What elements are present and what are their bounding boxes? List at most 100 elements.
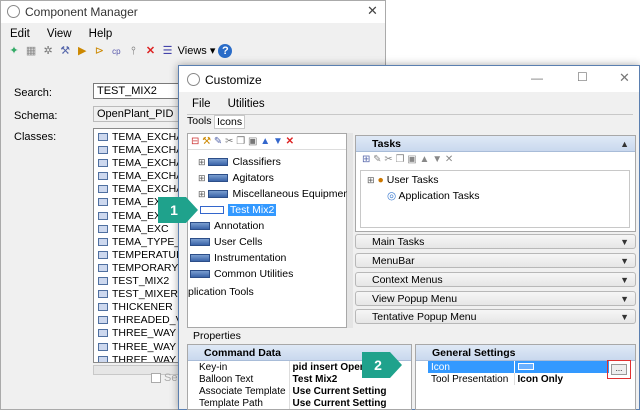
class-item[interactable]: TEMPORARY_ <box>94 262 182 275</box>
class-item[interactable]: THREE_WAY <box>94 354 182 362</box>
tree-item-classifiers[interactable]: ⊞ Classifiers <box>188 154 346 170</box>
prop-presentation-value[interactable]: Icon Only <box>513 373 609 385</box>
toolbox-icon <box>208 158 229 167</box>
prop-path-label: Template Path <box>199 397 263 409</box>
tree-item-test-mix2[interactable]: Test Mix2 <box>188 202 346 218</box>
tree-item-annotation[interactable]: Annotation <box>188 218 346 234</box>
move-up-icon[interactable]: ▲ <box>260 136 270 147</box>
delete-icon[interactable]: ✕ <box>286 136 294 147</box>
task-user-tasks[interactable]: ⊞ ● User Tasks <box>361 172 629 188</box>
tree-item-misc-equipment[interactable]: ⊞ Miscellaneous Equipment <box>188 186 352 202</box>
cz-title: Customize <box>205 73 262 87</box>
tree-item-common-utilities[interactable]: Common Utilities <box>188 266 346 282</box>
close-icon[interactable]: ✕ <box>619 70 630 86</box>
class-item[interactable]: TEMA_EXCHA <box>94 144 182 157</box>
class-item[interactable]: THREADED_V <box>94 314 182 327</box>
tree-item-agitators[interactable]: ⊞ Agitators <box>188 170 346 186</box>
class-icon <box>98 198 108 207</box>
tasks-toolbar: ⊞ ✎ ✂ ❐ ▣ ▲ ▼ ✕ <box>356 152 635 168</box>
cut-icon[interactable]: ✂ <box>384 154 392 165</box>
list-icon[interactable]: ☰ <box>161 44 175 58</box>
search-label: Search: <box>14 87 52 99</box>
prop-template-label: Associate Template <box>199 385 286 397</box>
cp-icon[interactable]: cp <box>109 45 123 59</box>
class-item[interactable]: TEMA_EXCHA <box>94 170 182 183</box>
move-up-icon[interactable]: ▲ <box>420 154 430 165</box>
class-item[interactable]: THREE_WAY <box>94 327 182 340</box>
move-down-icon[interactable]: ▼ <box>432 154 442 165</box>
folder-icon[interactable]: ▶ <box>75 44 89 58</box>
paste-icon[interactable]: ▣ <box>248 136 257 147</box>
wand-icon[interactable]: ⚒ <box>58 44 72 58</box>
class-item[interactable]: TEMA_EXCHA <box>94 131 182 144</box>
class-item[interactable]: TEST_MIX2 <box>94 275 182 288</box>
views-button[interactable]: Views ▾ <box>178 45 216 57</box>
edit-icon[interactable]: ✎ <box>373 154 381 165</box>
expand-icon: ▼ <box>620 312 629 322</box>
gear-icon[interactable]: ✲ <box>41 44 55 58</box>
app-icon <box>7 5 20 18</box>
search-input[interactable]: TEST_MIX2 <box>93 83 185 99</box>
class-item[interactable]: TEMA_EXCHA <box>94 157 182 170</box>
pin-icon[interactable]: ⫯ <box>126 44 140 58</box>
prop-path-value[interactable]: Use Current Setting <box>288 397 390 409</box>
new-class-icon[interactable]: ✦ <box>7 44 21 58</box>
toolbox-icon <box>208 190 229 199</box>
general-settings-header[interactable]: General Settings <box>416 345 635 361</box>
class-item[interactable]: THICKENER <box>94 301 182 314</box>
prop-template-value[interactable]: Use Current Setting <box>288 385 390 397</box>
class-item[interactable]: TEMA_TYPE_ <box>94 236 182 249</box>
new-tool-icon[interactable]: ⚒ <box>202 136 211 147</box>
copy-icon[interactable]: ❐ <box>396 154 405 165</box>
bar-menubar[interactable]: MenuBar ▼ <box>355 253 636 268</box>
bar-context-menus[interactable]: Context Menus ▼ <box>355 272 636 287</box>
bar-tentative-popup-menu[interactable]: Tentative Popup Menu ▼ <box>355 309 636 324</box>
se-checkbox[interactable] <box>151 373 161 383</box>
minimize-icon[interactable]: — <box>531 71 543 85</box>
tasks-header[interactable]: Tasks ▲ <box>356 136 635 152</box>
prop-icon-value[interactable] <box>513 361 609 373</box>
browse-button[interactable]: ... <box>611 364 627 375</box>
bar-main-tasks[interactable]: Main Tasks ▼ <box>355 234 636 249</box>
task-application-tasks[interactable]: ◎ Application Tasks <box>361 188 629 204</box>
tree-item-user-cells[interactable]: User Cells <box>188 234 346 250</box>
class-item[interactable]: TEMA_EXCHA <box>94 183 182 196</box>
tree-item-instrumentation[interactable]: Instrumentation <box>188 250 346 266</box>
class-icon <box>98 211 108 220</box>
paste-icon[interactable]: ▣ <box>407 154 416 165</box>
class-item[interactable]: THREE_WAY <box>94 341 182 354</box>
schema-field[interactable]: OpenPlant_PID <box>93 106 185 122</box>
menu-utilities[interactable]: Utilities <box>228 98 265 110</box>
maximize-icon[interactable]: ☐ <box>577 70 588 84</box>
tab-icons[interactable]: Icons <box>214 115 246 129</box>
new-toolbox-icon[interactable]: ⊟ <box>191 136 199 147</box>
close-icon[interactable]: ✕ <box>367 3 378 19</box>
menu-file[interactable]: File <box>192 98 211 110</box>
tools-tree-panel: ⊟ ⚒ ✎ ✂ ❐ ▣ ▲ ▼ ✕ ⊞ Classifiers ⊞ Agitat… <box>187 133 352 328</box>
splitter[interactable] <box>347 133 353 328</box>
edit-icon[interactable]: ✎ <box>214 136 222 147</box>
collapse-icon[interactable]: ▲ <box>620 136 629 152</box>
move-down-icon[interactable]: ▼ <box>273 136 283 147</box>
tasks-list: ⊞ ● User Tasks ◎ Application Tasks <box>360 170 630 228</box>
open-icon[interactable]: ⊳ <box>92 44 106 58</box>
tasks-panel: Tasks ▲ ⊞ ✎ ✂ ❐ ▣ ▲ ▼ ✕ ⊞ ● User Tasks ◎ … <box>355 135 636 232</box>
class-icon <box>98 316 108 325</box>
cm-toolbar: ✦ ▦ ✲ ⚒ ▶ ⊳ cp ⫯ ✕ ☰ Views ▾ ? <box>7 44 257 60</box>
menu-help[interactable]: Help <box>89 28 113 40</box>
cut-icon[interactable]: ✂ <box>225 136 233 147</box>
delete-icon[interactable]: ✕ <box>445 154 453 165</box>
class-item[interactable]: TEMPERATUI <box>94 249 182 262</box>
menu-edit[interactable]: Edit <box>10 28 30 40</box>
copy-icon[interactable]: ▦ <box>24 44 38 58</box>
copy-icon[interactable]: ❐ <box>236 136 245 147</box>
menu-view[interactable]: View <box>47 28 72 40</box>
new-task-icon[interactable]: ⊞ <box>362 154 370 165</box>
class-item[interactable]: TEMA_EXC <box>94 223 182 236</box>
bar-view-popup-menu[interactable]: View Popup Menu ▼ <box>355 291 636 306</box>
tab-tools[interactable]: Tools <box>187 115 212 127</box>
help-icon[interactable]: ? <box>218 44 233 58</box>
class-item[interactable]: TEST_MIXER <box>94 288 182 301</box>
classes-tree[interactable]: TEMA_EXCHA TEMA_EXCHA TEMA_EXCHA TEMA_EXCHA… <box>93 128 183 363</box>
delete-icon[interactable]: ✕ <box>144 44 158 58</box>
